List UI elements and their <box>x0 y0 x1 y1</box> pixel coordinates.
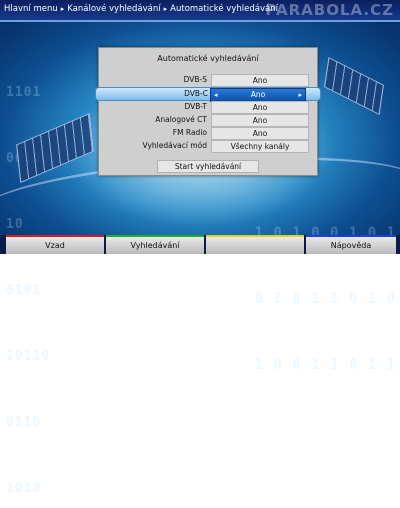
breadcrumb: Hlavní menu ▸ Kanálové vyhledávání ▸ Automat… <box>4 4 278 14</box>
option-value[interactable]: ◂ Ano ▸ <box>210 88 306 102</box>
option-row-dvb-t[interactable]: DVB-T Ano <box>101 101 313 114</box>
watermark-logo: PARABOLA.CZ <box>265 1 394 19</box>
auto-search-dialog: Automatické vyhledávání DVB-S Ano DVB-C … <box>95 47 321 176</box>
blue-key-help[interactable]: Nápověda <box>306 235 396 254</box>
yellow-key[interactable] <box>206 235 304 254</box>
yellow-key-stripe <box>206 235 304 237</box>
breadcrumb-auto-search: Automatické vyhledávání <box>170 4 278 14</box>
chevron-right-icon: ▸ <box>163 5 168 13</box>
red-key-back[interactable]: Vzad <box>6 235 104 254</box>
option-label: Vyhledávací mód <box>142 141 207 150</box>
breadcrumb-channel-search[interactable]: Kanálové vyhledávání <box>67 4 160 14</box>
option-row-dvb-c[interactable]: DVB-C ◂ Ano ▸ <box>95 87 321 102</box>
function-key-bar: Vzad Vyhledávání Nápověda <box>0 235 400 254</box>
option-label: FM Radio <box>172 128 207 137</box>
option-row-search-mode[interactable]: Vyhledávací mód Všechny kanály <box>101 140 313 153</box>
option-value[interactable]: Ano <box>211 127 309 140</box>
left-arrow-icon[interactable]: ◂ <box>214 89 218 101</box>
option-label: DVB-S <box>183 75 207 84</box>
option-value[interactable]: Všechny kanály <box>211 140 309 153</box>
option-value[interactable]: Ano <box>211 114 309 127</box>
chevron-right-icon: ▸ <box>60 5 65 13</box>
dialog-title: Automatické vyhledávání <box>157 54 259 63</box>
blue-key-stripe <box>306 235 396 237</box>
header-bar: Hlavní menu ▸ Kanálové vyhledávání ▸ Automat… <box>0 0 400 22</box>
option-row-fm-radio[interactable]: FM Radio Ano <box>101 127 313 140</box>
binary-pattern-left: 1101 001001 10 0101 10110 0110 1010 <box>6 85 58 496</box>
option-value[interactable]: Ano <box>211 101 309 114</box>
green-key-stripe <box>106 235 204 237</box>
option-label: DVB-T <box>184 102 207 111</box>
option-value[interactable]: Ano <box>211 74 309 87</box>
red-key-stripe <box>6 235 104 237</box>
green-key-search[interactable]: Vyhledávání <box>106 235 204 254</box>
start-search-button[interactable]: Start vyhledávání <box>157 160 259 173</box>
option-label: Analogové CT <box>155 115 207 124</box>
right-arrow-icon[interactable]: ▸ <box>298 89 302 101</box>
option-row-analog-tv[interactable]: Analogové CT Ano <box>101 114 313 127</box>
option-row-dvb-s[interactable]: DVB-S Ano <box>101 74 313 87</box>
breadcrumb-main-menu[interactable]: Hlavní menu <box>4 4 58 14</box>
option-label: DVB-C <box>184 89 208 98</box>
